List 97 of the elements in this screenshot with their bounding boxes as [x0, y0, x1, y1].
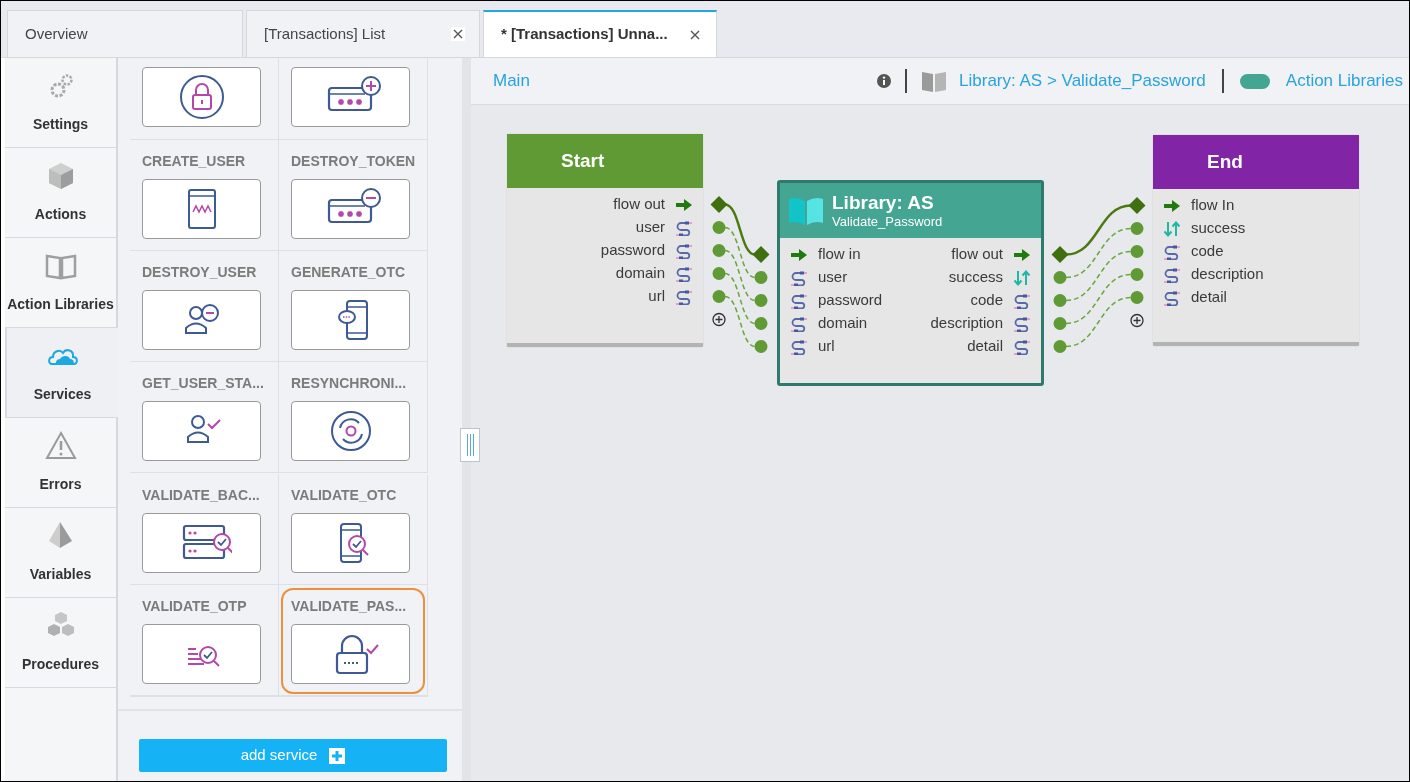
- node-subtitle: Validate_Password: [832, 214, 943, 229]
- port-label: description: [930, 313, 1003, 334]
- sidebar-label: Actions: [34, 205, 87, 224]
- service-card[interactable]: [291, 623, 410, 684]
- cable-icon: [1163, 289, 1181, 306]
- sidebar-item[interactable]: Services: [5, 328, 118, 418]
- cable-icon: [1013, 315, 1031, 332]
- service-tile[interactable]: GET_USER_STA...: [142, 375, 266, 462]
- service-label: VALIDATE_OTC: [291, 486, 398, 504]
- arrow-right-icon: [1013, 247, 1031, 262]
- service-tile[interactable]: VALIDATE_OTP: [142, 597, 266, 684]
- tab[interactable]: Overview: [7, 10, 243, 57]
- sidebar-label: Procedures: [21, 655, 99, 674]
- cable-icon: [675, 288, 693, 305]
- port-label: description: [1191, 264, 1264, 285]
- library-node[interactable]: Library: AS Validate_Password flow in user password domain url flow out success code description detail: [777, 180, 1044, 386]
- service-label: GENERATE_OTC: [291, 264, 407, 282]
- cable-icon: [1013, 338, 1031, 355]
- warning-icon: [44, 430, 77, 460]
- node-title: Start: [561, 148, 605, 173]
- port-label: code: [1191, 241, 1224, 262]
- sidebar-label: Action Libraries: [7, 295, 114, 314]
- service-tile[interactable]: VALIDATE_OTC: [291, 486, 415, 573]
- sidebar-label: Variables: [29, 565, 92, 584]
- tab-label: Overview: [25, 23, 88, 44]
- cable-icon: [675, 219, 693, 236]
- arrow-right-icon: [790, 247, 808, 262]
- tab[interactable]: [Transactions] List: [246, 10, 480, 57]
- cable-icon: [1163, 243, 1181, 260]
- port-label: code: [970, 290, 1003, 311]
- sidebar-label: Errors: [39, 475, 82, 494]
- port-label: detail: [1191, 287, 1227, 308]
- service-tile[interactable]: DESTROY_USER: [142, 264, 266, 351]
- port-label: flow out: [951, 244, 1003, 265]
- port-label: user: [818, 267, 848, 288]
- port-label: url: [648, 286, 665, 307]
- tab[interactable]: * [Transactions] Unna...: [483, 10, 717, 57]
- sidebar-label: Services: [33, 385, 92, 404]
- plus-icon: [329, 747, 346, 764]
- port-label: domain: [615, 263, 665, 284]
- port-label: success: [948, 267, 1003, 288]
- port-label: password: [600, 240, 665, 261]
- service-label: GET_USER_STA...: [142, 375, 265, 393]
- up-down-arrows-icon: [1163, 220, 1181, 237]
- port-label: password: [818, 290, 883, 311]
- service-label: VALIDATE_PAS...: [291, 597, 408, 615]
- port-label: flow out: [613, 194, 665, 215]
- service-label: VALIDATE_OTP: [142, 597, 248, 615]
- cable-icon: [1163, 266, 1181, 283]
- service-card[interactable]: [142, 623, 261, 684]
- service-label: VALIDATE_BAC...: [142, 486, 261, 504]
- tab-label: * [Transactions] Unna...: [501, 24, 668, 45]
- service-tile[interactable]: VALIDATE_BAC...: [142, 486, 266, 573]
- tab-label: [Transactions] List: [264, 23, 386, 44]
- node-title: End: [1207, 149, 1243, 174]
- cable-icon: [790, 338, 808, 355]
- service-label: DESTROY_TOKEN: [291, 153, 415, 171]
- cable-icon: [790, 269, 808, 286]
- service-card[interactable]: [291, 290, 410, 351]
- cable-icon: [675, 265, 693, 282]
- service-label: RESYNCHRONI...: [291, 375, 408, 393]
- sidebar-label: Settings: [32, 115, 89, 134]
- port-label: flow In: [1191, 195, 1235, 216]
- up-down-arrows-icon: [1013, 269, 1031, 286]
- info-icon: [877, 74, 892, 88]
- arrow-right-icon: [675, 197, 693, 212]
- service-card[interactable]: [142, 401, 261, 462]
- book-icon: [921, 69, 948, 93]
- toggle-switch[interactable]: [1239, 73, 1270, 89]
- port-label: detail: [967, 336, 1003, 357]
- cable-icon: [790, 315, 808, 332]
- service-card[interactable]: [291, 401, 410, 462]
- service-label: CREATE_USER: [142, 153, 247, 171]
- service-tile[interactable]: GENERATE_OTC: [291, 264, 415, 351]
- node-title: Library: AS: [832, 192, 935, 214]
- arrow-right-icon: [1163, 198, 1181, 213]
- cable-icon: [675, 242, 693, 259]
- port-label: flow in: [818, 244, 861, 265]
- splitter-handle[interactable]: [460, 428, 480, 462]
- port-label: user: [635, 217, 665, 238]
- service-tile[interactable]: DESTROY_TOKEN: [291, 153, 415, 240]
- service-card[interactable]: [142, 290, 261, 351]
- service-card[interactable]: [142, 179, 261, 240]
- cable-icon: [790, 292, 808, 309]
- service-card[interactable]: [291, 179, 410, 240]
- service-card[interactable]: [142, 512, 261, 573]
- service-tile[interactable]: RESYNCHRONI...: [291, 375, 415, 462]
- service-card[interactable]: [291, 512, 410, 573]
- start-node[interactable]: Start flow out user password domain url: [507, 134, 703, 347]
- close-icon: [451, 27, 465, 41]
- port-label: domain: [818, 313, 868, 334]
- port-label: url: [818, 336, 835, 357]
- service-tile[interactable]: CREATE_USER: [142, 153, 266, 240]
- port-label: success: [1191, 218, 1246, 239]
- cable-icon: [1013, 292, 1031, 309]
- service-label: DESTROY_USER: [142, 264, 258, 282]
- end-node[interactable]: End flow In success code description detail: [1153, 135, 1359, 346]
